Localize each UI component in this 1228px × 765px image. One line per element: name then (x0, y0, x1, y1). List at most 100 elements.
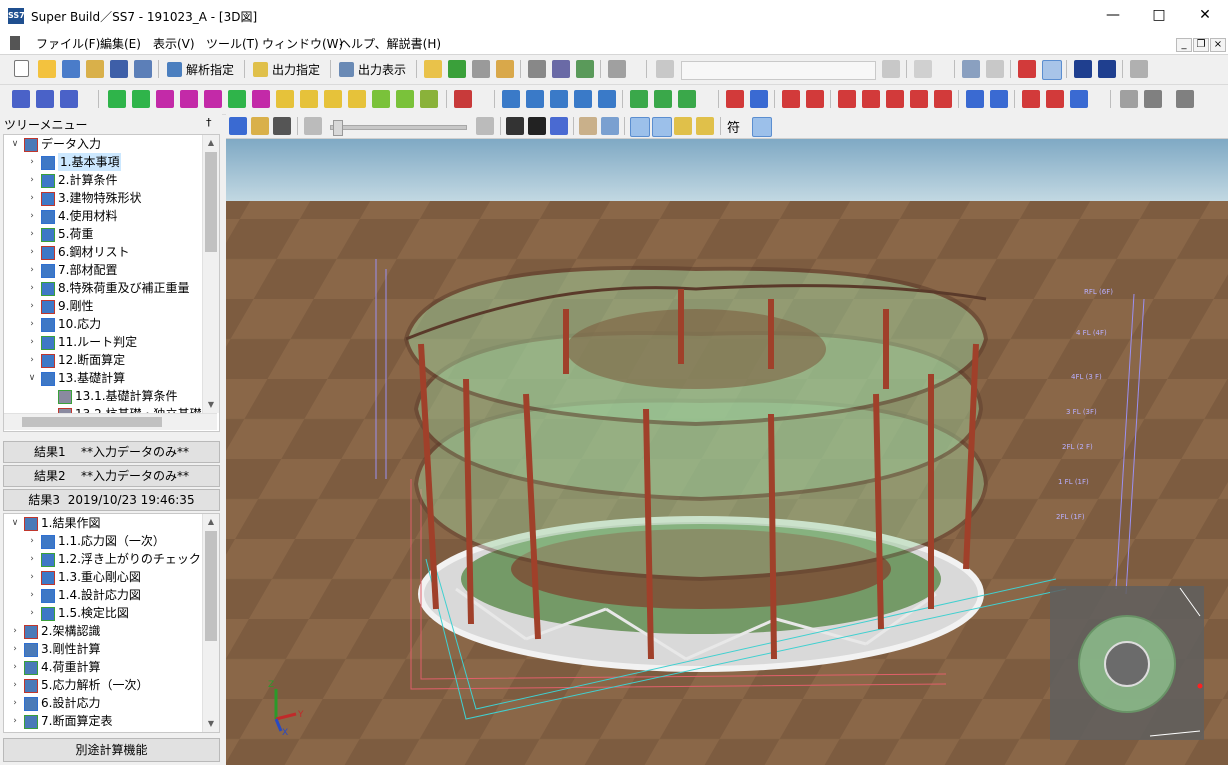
tree-item[interactable]: › 5.荷重 (4, 225, 200, 243)
undo-icon[interactable] (656, 60, 674, 78)
zoom-slider-thumb[interactable] (333, 120, 343, 136)
close-button[interactable]: ✕ (1182, 0, 1228, 31)
csv-export-icon[interactable] (552, 60, 570, 78)
force-down-icon[interactable] (862, 90, 880, 108)
tree-item[interactable]: › 8.特殊荷重及び補正重量 (4, 279, 200, 297)
copy-icon[interactable] (424, 60, 442, 78)
result-tree-item[interactable]: › 3.剛性計算 (4, 640, 200, 658)
load-icon[interactable] (300, 90, 318, 108)
node-link-icon[interactable] (598, 90, 616, 108)
result-tree-item[interactable]: › 1.1.応力図（一次） (4, 532, 200, 550)
save-icon[interactable] (110, 60, 128, 78)
node-move-icon[interactable] (526, 90, 544, 108)
text-up-icon[interactable] (1074, 60, 1092, 78)
expand-icon[interactable]: › (27, 225, 37, 243)
support-icon[interactable] (630, 90, 648, 108)
scroll-thumb[interactable] (205, 152, 217, 252)
report-icon[interactable] (496, 60, 514, 78)
scroll-down-icon[interactable]: ▼ (203, 397, 219, 413)
result-tree-item[interactable]: › 2.架構認識 (4, 622, 200, 640)
result-tree-item[interactable]: ∨ 1.結果作図 (4, 514, 200, 532)
tree-item[interactable]: › 7.部材配置 (4, 261, 200, 279)
joint-icon[interactable] (654, 90, 672, 108)
expand-icon[interactable]: › (27, 586, 37, 604)
result-tree-item[interactable]: › 4.荷重計算 (4, 658, 200, 676)
collapse-icon[interactable]: ∨ (10, 514, 20, 532)
open-db-icon[interactable] (62, 60, 80, 78)
grid-active-icon[interactable] (1042, 60, 1062, 80)
expand-icon[interactable]: › (27, 568, 37, 586)
menu-tools[interactable]: ツール(T) (206, 35, 259, 52)
beam-icon[interactable] (132, 90, 150, 108)
tree-item[interactable]: › 9.剛性 (4, 297, 200, 315)
output-display-button[interactable]: 出力表示 (335, 59, 411, 81)
expand-icon[interactable]: › (10, 676, 20, 694)
pin-icon[interactable] (990, 90, 1008, 108)
redo-icon[interactable] (882, 60, 900, 78)
expand-icon[interactable]: › (27, 604, 37, 622)
history-select[interactable] (681, 61, 876, 80)
expand-icon[interactable]: › (27, 243, 37, 261)
tree-item[interactable]: › 4.使用材料 (4, 207, 200, 225)
hscroll-thumb[interactable] (22, 417, 162, 427)
expand-icon[interactable]: › (10, 694, 20, 712)
open-recent-icon[interactable] (86, 60, 104, 78)
window-layout-icon[interactable] (962, 60, 980, 78)
csv-import-icon[interactable] (576, 60, 594, 78)
expand-icon[interactable]: › (10, 712, 20, 730)
expand-icon[interactable]: › (27, 550, 37, 568)
scroll-up-icon[interactable]: ▲ (203, 514, 219, 530)
grid-frame-icon[interactable] (36, 90, 54, 108)
mail-icon[interactable] (324, 90, 342, 108)
tree-item[interactable]: › 10.応力 (4, 315, 200, 333)
app-menu-icon[interactable] (10, 36, 20, 50)
opening-icon[interactable] (252, 90, 270, 108)
zoom-in-icon[interactable] (476, 117, 494, 135)
3d-view[interactable]: RFL (6F) 4 FL (4F) 4FL (3 F) 3 FL (3F) 2… (226, 139, 1228, 765)
result-tree-item[interactable]: › 1.5.検定比図 (4, 604, 200, 622)
link-icon[interactable] (750, 90, 768, 108)
stair-icon[interactable] (348, 90, 366, 108)
expand-icon[interactable]: › (10, 622, 20, 640)
light1-icon[interactable] (630, 117, 650, 137)
filter-icon[interactable] (752, 117, 772, 137)
delete-icon[interactable] (914, 60, 932, 78)
expand-icon[interactable]: › (10, 658, 20, 676)
bracket-icon[interactable] (372, 90, 390, 108)
expand-icon[interactable]: › (27, 171, 37, 189)
expand-icon[interactable]: › (10, 640, 20, 658)
film-icon[interactable] (506, 117, 524, 135)
brace-icon[interactable] (204, 90, 222, 108)
wall-icon[interactable] (156, 90, 174, 108)
analysis-settings-button[interactable]: 解析指定 (163, 59, 239, 81)
result1-button[interactable]: 結果1 **入力データのみ** (3, 441, 220, 463)
mdi-minimize-button[interactable]: _ (1176, 38, 1192, 52)
spring-icon[interactable] (678, 90, 696, 108)
minimap[interactable] (1050, 586, 1204, 740)
menu-edit[interactable]: 編集(E) (100, 35, 141, 52)
floor-list-icon[interactable] (60, 90, 78, 108)
result-tree-item[interactable]: › 1.4.設計応力図 (4, 586, 200, 604)
menu-file[interactable]: ファイル(F) (36, 35, 100, 52)
print-preview-icon[interactable] (1176, 90, 1194, 108)
zoom-out-icon[interactable] (304, 117, 322, 135)
mdi-close-button[interactable]: × (1210, 38, 1226, 52)
tree-item[interactable]: ∨ 13.基礎計算 (4, 369, 200, 387)
expand-icon[interactable]: › (27, 297, 37, 315)
list-icon[interactable] (472, 60, 490, 78)
chain-icon[interactable] (966, 90, 984, 108)
text-down-icon[interactable] (1098, 60, 1116, 78)
camera-icon[interactable] (528, 117, 546, 135)
expand-icon[interactable]: › (27, 261, 37, 279)
input-tree-scrollbar[interactable]: ▲ ▼ (202, 135, 219, 413)
house-icon[interactable] (726, 90, 744, 108)
tree-item[interactable]: › 3.建物特殊形状 (4, 189, 200, 207)
tree-item[interactable]: › 12.断面算定 (4, 351, 200, 369)
expand-icon[interactable]: › (27, 315, 37, 333)
load-down-icon[interactable] (782, 90, 800, 108)
box-3d-icon[interactable] (1070, 90, 1088, 108)
result-tree-item[interactable]: › 7.断面算定表 (4, 712, 200, 730)
select-icon[interactable] (229, 117, 247, 135)
expand-icon[interactable]: › (27, 351, 37, 369)
tree-item[interactable]: 13.1.基礎計算条件 (4, 387, 200, 405)
